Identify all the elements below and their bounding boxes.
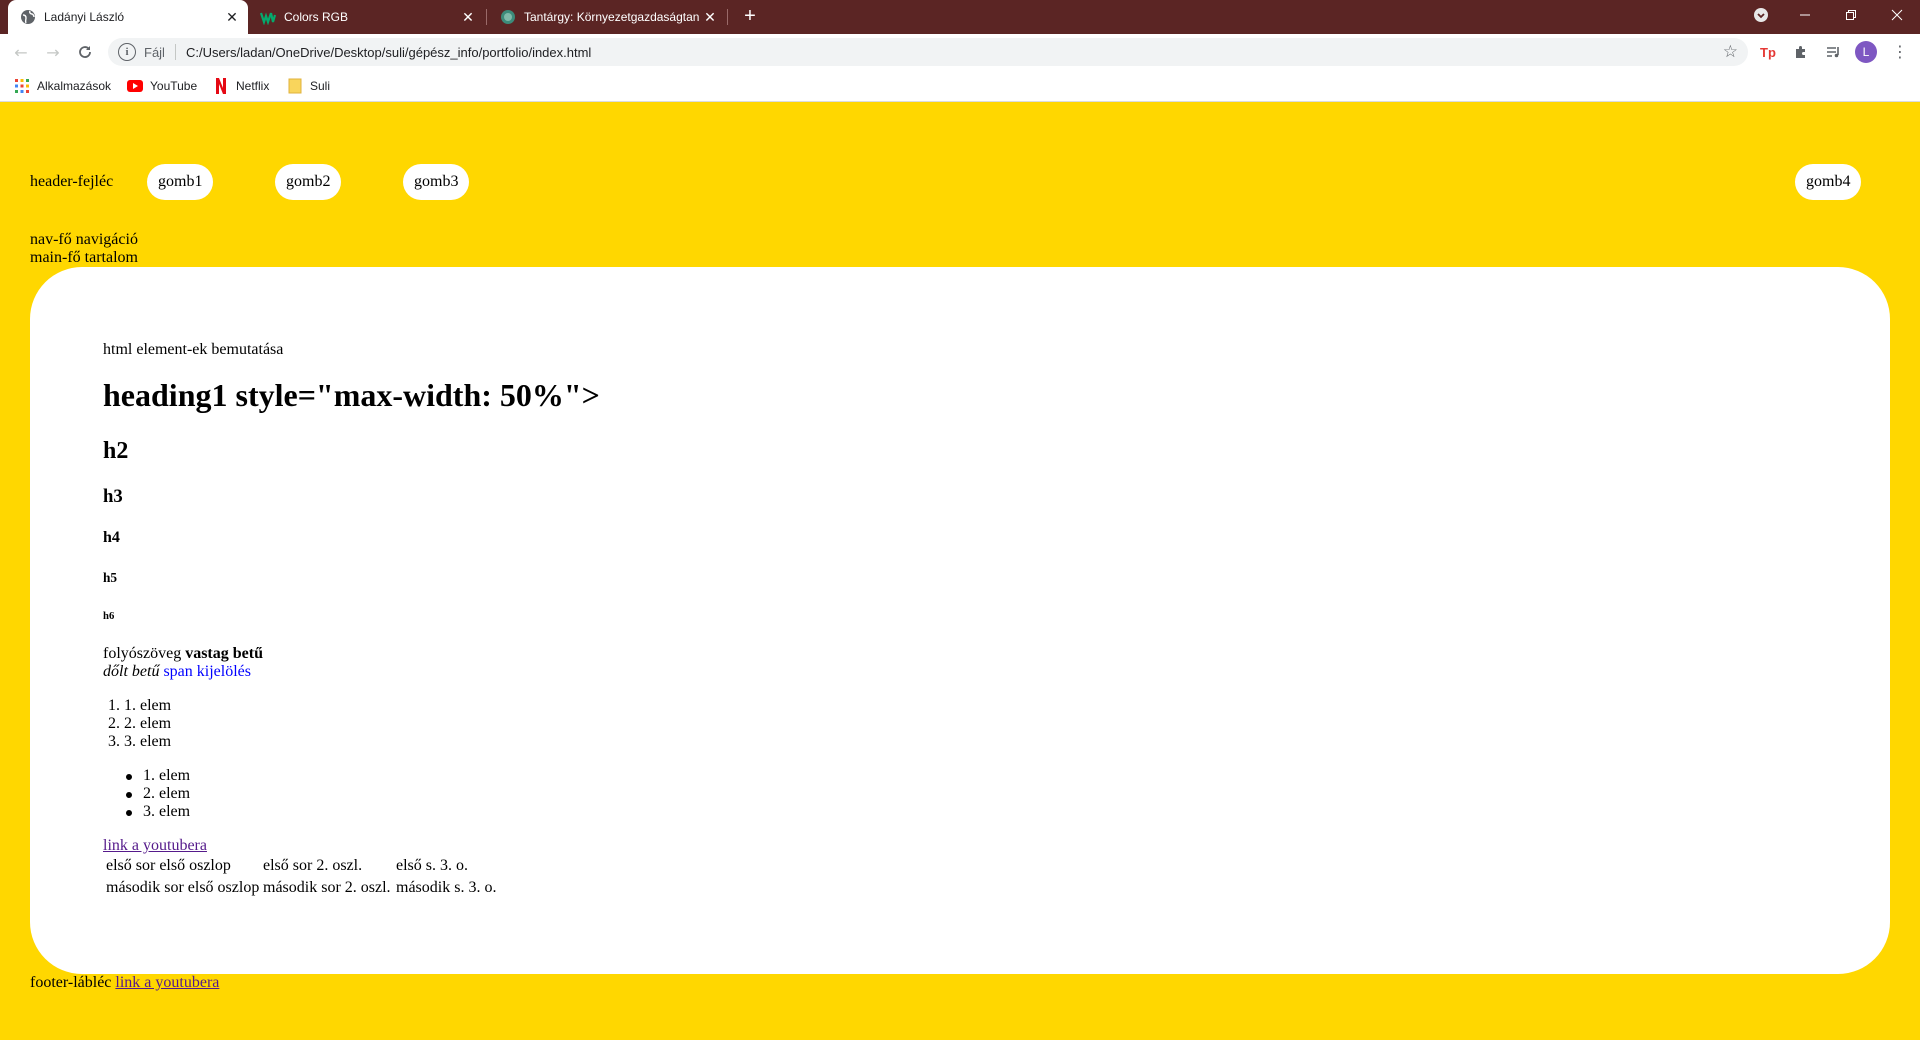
tab-divider (727, 9, 728, 25)
bookmark-label: Suli (310, 79, 331, 93)
back-icon[interactable]: ← (8, 39, 34, 65)
tab-title: Colors RGB (284, 10, 349, 24)
tp-extension-icon[interactable]: Tp (1757, 41, 1779, 63)
toolbar: ← → i Fájl C:/Users/ladan/OneDrive/Deskt… (0, 34, 1920, 70)
ordered-list: 1. 1. elem 2. 2. elem 3. 3. elem (103, 697, 403, 753)
tab-kornyezetgazdasagtan[interactable]: Tantárgy: Környezetgazdaságtan ✕ (488, 0, 726, 34)
reload-icon[interactable] (72, 39, 98, 65)
w3schools-icon (260, 9, 276, 25)
nav-label: nav-fő navigáció (30, 231, 138, 248)
heading-5: h5 (103, 570, 118, 585)
heading-6: h6 (103, 610, 115, 622)
globe-icon (20, 9, 36, 25)
table-cell: első sor 2. oszl. (263, 857, 363, 874)
restore-icon[interactable] (1830, 0, 1872, 30)
address-scheme: Fájl (144, 44, 165, 60)
heading-2: h2 (103, 438, 129, 464)
intro-text: html element-ek bemutatása (103, 341, 284, 358)
bold-text: vastag betű (185, 645, 263, 662)
moodle-icon (500, 9, 516, 25)
address-divider (174, 44, 176, 60)
table-cell: első s. 3. o. (396, 857, 468, 874)
span-highlight: span kijelölés (163, 663, 251, 680)
ordered-list-item: 2. 2. elem (108, 715, 172, 732)
table-cell: második s. 3. o. (396, 879, 497, 896)
bookmark-label: Alkalmazások (37, 79, 112, 93)
header-label: header-fejléc (30, 173, 114, 190)
close-tab-icon[interactable]: ✕ (458, 7, 478, 27)
close-window-icon[interactable] (1876, 0, 1918, 30)
media-queue-icon[interactable] (1822, 41, 1844, 63)
paragraph-line-2: dőlt betű span kijelölés (103, 663, 251, 681)
youtube-link[interactable]: link a youtubera (103, 837, 207, 855)
unordered-list-item: 2. elem (126, 785, 190, 803)
more-menu-icon[interactable]: ⋮ (1890, 41, 1910, 63)
footer: footer-lábléc link a youtubera (30, 974, 219, 992)
bookmark-youtube[interactable]: YouTube (127, 76, 197, 96)
new-tab-button[interactable]: + (738, 5, 762, 29)
address-bar[interactable]: i Fájl C:/Users/ladan/OneDrive/Desktop/s… (108, 38, 1748, 66)
heading-1: heading1 style="max-width: 50%"> (103, 377, 600, 413)
gomb1-button[interactable]: gomb1 (147, 164, 214, 200)
profile-avatar[interactable]: L (1855, 41, 1877, 63)
table-cell: második sor első oszlop (106, 879, 260, 896)
bookmark-alkalmazasok[interactable]: Alkalmazások (14, 76, 111, 96)
close-tab-icon[interactable]: ✕ (222, 7, 242, 27)
footer-youtube-link[interactable]: link a youtubera (115, 974, 219, 991)
bookmark-suli[interactable]: Suli (287, 76, 330, 96)
main-label: main-fő tartalom (30, 249, 138, 266)
heading-4: h4 (103, 529, 120, 546)
ordered-list-item: 1. 1. elem (108, 697, 172, 714)
heading-3: h3 (103, 486, 123, 507)
bookmark-label: Netflix (236, 79, 270, 93)
folder-icon (287, 78, 303, 94)
forward-icon[interactable]: → (40, 39, 66, 65)
main-content-card: html element-ek bemutatása heading1 styl… (30, 267, 1890, 974)
minimize-icon[interactable] (1784, 0, 1826, 30)
footer-label: footer-lábléc (30, 974, 112, 991)
tab-divider (486, 9, 487, 25)
youtube-icon (127, 78, 143, 94)
data-table: első sor első oszlop első sor 2. oszl. e… (103, 857, 523, 901)
ordered-list-item: 3. 3. elem (108, 733, 172, 750)
bookmark-netflix[interactable]: Netflix (213, 76, 269, 96)
gomb2-button[interactable]: gomb2 (275, 164, 342, 200)
web-page: header-fejléc gomb1 gomb2 gomb3 gomb4 na… (0, 102, 1920, 1040)
apps-grid-icon (14, 78, 30, 94)
unordered-list-item: 1. elem (126, 767, 190, 785)
extensions-puzzle-icon[interactable] (1790, 41, 1812, 63)
italic-text: dőlt betű (103, 663, 160, 680)
tab-strip: Ladányi László ✕ Colors RGB ✕ Tantárgy: … (0, 0, 1920, 34)
body-text: folyószöveg (103, 645, 182, 662)
netflix-icon (213, 78, 229, 94)
tab-title: Ladányi László (44, 10, 125, 24)
bookmarks-bar: Alkalmazások YouTube Netflix Suli (0, 70, 1920, 102)
bullet-dot (126, 810, 132, 816)
tab-title: Tantárgy: Környezetgazdaságtan (524, 10, 700, 24)
table-cell: második sor 2. oszl. (263, 879, 391, 896)
browser-chrome: Ladányi László ✕ Colors RGB ✕ Tantárgy: … (0, 0, 1920, 102)
unordered-list-item: 3. elem (126, 803, 190, 821)
tab-colors-rgb[interactable]: Colors RGB ✕ (248, 0, 484, 34)
close-tab-icon[interactable]: ✕ (700, 7, 720, 27)
gomb4-button[interactable]: gomb4 (1795, 164, 1862, 200)
bookmark-star-icon[interactable]: ☆ (1723, 42, 1738, 62)
address-url: C:/Users/ladan/OneDrive/Desktop/suli/gép… (185, 44, 592, 60)
info-icon[interactable]: i (118, 43, 136, 61)
bullet-dot (126, 792, 132, 798)
table-cell: első sor első oszlop (106, 857, 231, 874)
paragraph-line-1: folyószöveg vastag betű (103, 645, 263, 663)
unordered-list: 1. elem 2. elem 3. elem (126, 767, 443, 823)
bullet-dot (126, 774, 132, 780)
gomb3-button[interactable]: gomb3 (403, 164, 470, 200)
bookmark-label: YouTube (150, 79, 198, 93)
tab-search-icon[interactable] (1740, 0, 1782, 30)
tab-ladanyi[interactable]: Ladányi László ✕ (8, 0, 248, 34)
